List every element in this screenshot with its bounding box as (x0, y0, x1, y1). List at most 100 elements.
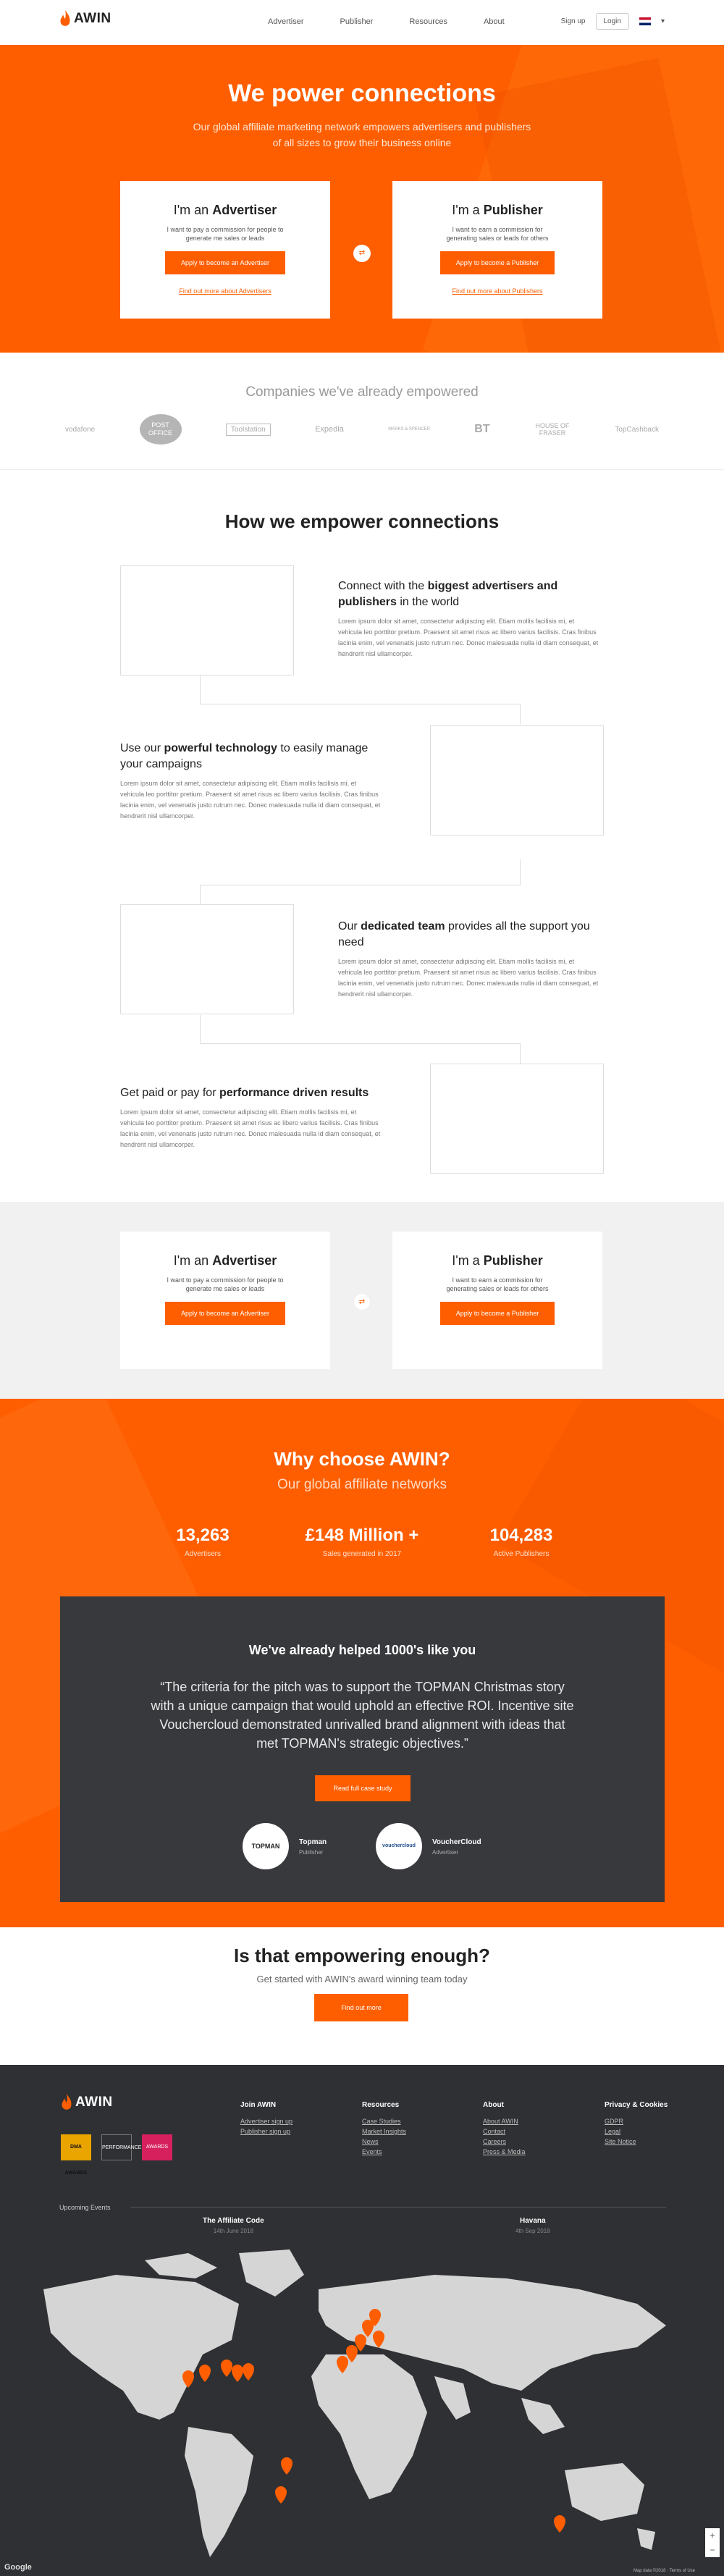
card-description: I want to pay a commission for people to… (167, 226, 284, 242)
uk-flag-icon[interactable] (639, 17, 651, 25)
footer-col-title: Join AWIN (240, 2101, 277, 2109)
advertiser-card: I'm an Advertiser I want to pay a commis… (120, 181, 330, 319)
chevron-down-icon[interactable]: ▾ (661, 17, 665, 25)
testimonial-title: We've already helped 1000's like you (248, 1643, 476, 1657)
awin-logo[interactable]: AWIN (59, 10, 111, 28)
zoom-out-icon[interactable]: − (705, 2543, 720, 2557)
nav-link-about[interactable]: About (484, 17, 505, 26)
top-navigation: AWIN Advertiser Publisher Resources Abou… (0, 0, 724, 45)
post-office-logo: POST OFFICE (139, 414, 182, 445)
step-image-placeholder (430, 1064, 604, 1174)
step-heading: Our dedicated team provides all the supp… (338, 920, 590, 948)
stat-publishers: 104,283 Active Publishers (449, 1525, 594, 1558)
stat-label: Sales generated in 2017 (322, 1550, 402, 1558)
connector-line (200, 675, 521, 704)
stat-label: Active Publishers (493, 1550, 550, 1558)
nav-link-resources[interactable]: Resources (409, 17, 447, 26)
topman-avatar: TOPMAN (243, 1823, 289, 1869)
stat-number: £148 Million + (305, 1525, 419, 1545)
testimonial-quote: “The criteria for the pitch was to suppo… (151, 1680, 574, 1751)
stat-number: 13,263 (176, 1525, 230, 1545)
step-body: Lorem ipsum dolor sit amet, consectetur … (338, 958, 599, 998)
footer-link[interactable]: Market Insights (362, 2126, 406, 2137)
footer-link[interactable]: Events (362, 2147, 406, 2157)
footer-link[interactable]: Careers (483, 2137, 526, 2147)
footer-col-title: About (483, 2101, 504, 2109)
vouchercloud-avatar: vouchercloud (376, 1823, 422, 1869)
step-body: Lorem ipsum dolor sit amet, consectetur … (338, 618, 599, 657)
stat-label: Advertisers (184, 1550, 221, 1558)
footer-link[interactable]: Case Studies (362, 2116, 406, 2126)
connector-line (520, 1043, 521, 1064)
house-of-fraser-logo: HOUSE OF FRASER (535, 422, 570, 437)
step-image-placeholder (120, 565, 294, 675)
footer-col-resources: Resources Case Studies Market Insights N… (362, 2101, 406, 2157)
footer-link[interactable]: About AWIN (483, 2116, 526, 2126)
world-map[interactable] (0, 2246, 724, 2576)
main-menu: Advertiser Publisher Resources About (268, 17, 505, 26)
zoom-in-icon[interactable]: + (705, 2528, 720, 2543)
nav-link-publisher[interactable]: Publisher (340, 17, 374, 26)
connector-line (200, 859, 521, 885)
flame-icon (62, 2094, 72, 2110)
bt-logo: BT (474, 423, 490, 435)
login-button[interactable]: Login (595, 13, 629, 30)
footer-link[interactable]: News (362, 2137, 406, 2147)
vodafone-logo: vodafone (65, 425, 96, 434)
step-body: Lorem ipsum dolor sit amet, consectetur … (120, 1108, 381, 1148)
map-attribution: Map data ©2018 · Terms of Use (633, 2569, 695, 2573)
step-heading: Get paid or pay for performance driven r… (120, 1087, 369, 1099)
topcashback-logo: TopCashback (615, 425, 659, 434)
empower-section: Is that empowering enough? Get started w… (0, 1927, 724, 2065)
why-title: Why choose AWIN? (274, 1448, 450, 1470)
swap-arrows-icon: ⇄ (353, 245, 371, 262)
card-title: I'm an Advertiser (173, 1253, 277, 1268)
step-image-placeholder (430, 725, 604, 835)
empower-title: Is that empowering enough? (234, 1945, 490, 1966)
event-item[interactable]: Havana 4th Sep 2018 (515, 2217, 550, 2234)
footer-link[interactable]: Advertiser sign up (240, 2116, 292, 2126)
event-item[interactable]: The Affiliate Code 14th June 2018 (203, 2217, 264, 2234)
find-out-more-button[interactable]: Find out more (314, 1994, 408, 2021)
apply-publisher-button[interactable]: Apply to become a Publisher (439, 251, 555, 274)
footer-link[interactable]: GDPR (605, 2116, 668, 2126)
footer-link[interactable]: Press & Media (483, 2147, 526, 2157)
nav-link-advertiser[interactable]: Advertiser (268, 17, 304, 26)
connector-line (200, 885, 201, 905)
footer: AWIN DMA AWARDS PERFORMANCE AWARDS Join … (0, 2065, 724, 2576)
cta-section: I'm an Advertiser I want to pay a commis… (0, 1202, 724, 1399)
map-zoom-control[interactable]: + − (705, 2528, 720, 2557)
swap-arrows-icon: ⇄ (353, 1293, 371, 1310)
logo-text: AWIN (74, 11, 111, 26)
advertiser-info-link[interactable]: Find out more about Advertisers (120, 287, 330, 295)
step-performance: Get paid or pay for performance driven r… (120, 1085, 381, 1150)
testimonial-panel: We've already helped 1000's like you “Th… (60, 1596, 665, 1902)
card-title: I'm a Publisher (452, 1253, 543, 1268)
step-connect: Connect with the biggest advertisers and… (338, 578, 599, 660)
apply-publisher-button[interactable]: Apply to become a Publisher (439, 1302, 555, 1325)
how-title: How we empower connections (224, 510, 500, 532)
companies-section: Companies we've already empowered vodafo… (0, 353, 724, 470)
footer-col-title: Privacy & Cookies (605, 2101, 668, 2109)
step-technology: Use our powerful technology to easily ma… (120, 741, 381, 822)
signup-link[interactable]: Sign up (561, 17, 586, 25)
card-description: I want to earn a commission for generati… (446, 1276, 549, 1292)
stat-advertisers: 13,263 Advertisers (130, 1525, 275, 1558)
apply-advertiser-button[interactable]: Apply to become an Advertiser (164, 1302, 286, 1325)
step-heading: Use our powerful technology to easily ma… (120, 742, 369, 770)
footer-link[interactable]: Contact (483, 2126, 526, 2137)
publisher-info-link[interactable]: Find out more about Publishers (392, 287, 602, 295)
footer-link[interactable]: Legal (605, 2126, 668, 2137)
footer-link[interactable]: Site Notice (605, 2137, 668, 2147)
read-case-study-button[interactable]: Read full case study (315, 1775, 411, 1801)
hero-subtitle: Our global affiliate marketing network e… (193, 121, 531, 148)
footer-link[interactable]: Publisher sign up (240, 2126, 292, 2137)
step-image-placeholder (120, 904, 294, 1014)
step-heading: Connect with the biggest advertisers and… (338, 580, 558, 608)
advertiser-card: I'm an Advertiser I want to pay a commis… (120, 1232, 330, 1369)
footer-col-title: Resources (362, 2101, 400, 2109)
footer-col-about: About About AWIN Contact Careers Press &… (483, 2101, 526, 2157)
footer-logo[interactable]: AWIN (61, 2094, 113, 2111)
apply-advertiser-button[interactable]: Apply to become an Advertiser (164, 251, 286, 274)
stat-number: 104,283 (489, 1525, 553, 1545)
